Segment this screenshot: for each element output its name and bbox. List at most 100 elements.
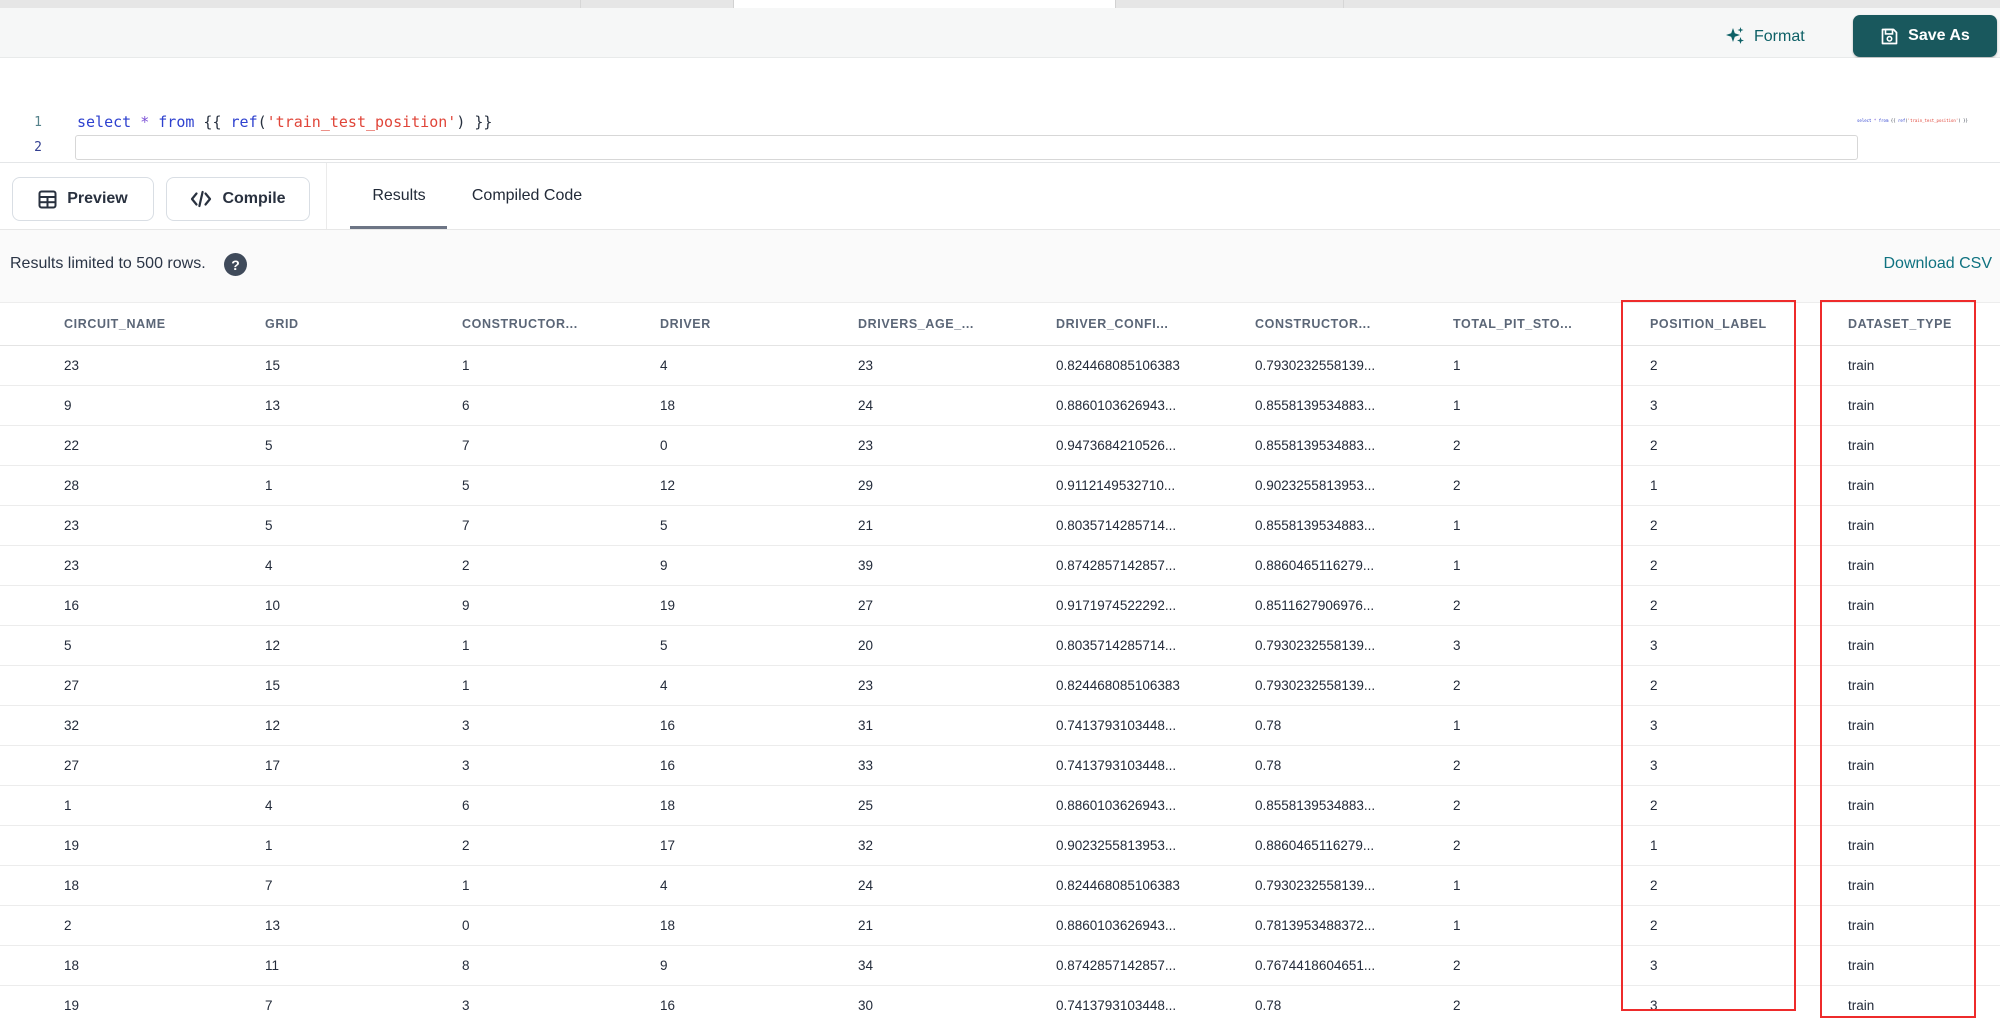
table-cell: 16 — [0, 585, 265, 626]
table-cell: 6 — [462, 385, 660, 426]
table-row: 1 4 6 18 25 0.8860103626943... 0.8558139534883… — [0, 785, 2000, 826]
table-row: 28 1 5 12 29 0.9112149532710... 0.902325581395… — [0, 465, 2000, 506]
column-header[interactable]: CONSTRUCTOR... — [1255, 303, 1453, 346]
table-cell: 33 — [858, 745, 1056, 786]
table-cell: 18 — [0, 945, 265, 986]
table-cell: 18 — [660, 385, 858, 426]
table-cell: train — [1848, 465, 2000, 506]
table-cell: 27 — [858, 585, 1056, 626]
column-header[interactable]: DRIVER — [660, 303, 858, 346]
table-cell: 0.9023255813953... — [1255, 465, 1453, 506]
table-cell: 0.8511627906976... — [1255, 585, 1453, 626]
line-number-1: 1 — [34, 115, 42, 130]
table-cell: 17 — [660, 825, 858, 866]
table-cell: 2 — [1453, 665, 1650, 706]
sql-editor[interactable]: 1 2 select * from {{ ref('train_test_pos… — [0, 58, 2000, 162]
table-cell: 23 — [0, 545, 265, 586]
table-cell: 2 — [1453, 745, 1650, 786]
table-row: 18 11 8 9 34 0.8742857142857... 0.767441860465… — [0, 945, 2000, 986]
table-row: 23 5 7 5 21 0.8035714285714... 0.8558139534883… — [0, 505, 2000, 546]
active-tab-underline — [350, 226, 447, 229]
table-cell: 5 — [462, 465, 660, 506]
table-cell: 27 — [0, 665, 265, 706]
column-header[interactable]: GRID — [265, 303, 462, 346]
table-cell: 1 — [1453, 505, 1650, 546]
column-header[interactable]: TOTAL_PIT_STO... — [1453, 303, 1650, 346]
table-cell: 1 — [0, 785, 265, 826]
save-icon — [1880, 27, 1899, 46]
table-cell: 27 — [0, 745, 265, 786]
table-row: 22 5 7 0 23 0.9473684210526... 0.8558139534883… — [0, 425, 2000, 466]
column-header[interactable]: CIRCUIT_NAME — [0, 303, 265, 346]
table-cell: 7 — [265, 985, 462, 1020]
code-brackets-icon — [190, 190, 212, 208]
table-cell: 6 — [462, 785, 660, 826]
table-cell: 9 — [660, 945, 858, 986]
download-csv-link[interactable]: Download CSV — [1884, 255, 1993, 273]
table-cell: 0.8742857142857... — [1056, 945, 1255, 986]
active-line-highlight — [75, 135, 1858, 160]
table-cell: train — [1848, 425, 2000, 466]
table-cell: 19 — [660, 585, 858, 626]
table-cell: 1 — [1453, 865, 1650, 906]
table-cell: 3 — [1453, 625, 1650, 666]
table-cell: 2 — [1453, 945, 1650, 986]
table-cell: 0.8860103626943... — [1056, 385, 1255, 426]
question-mark-icon[interactable]: ? — [224, 253, 247, 276]
table-cell: 0.7930232558139... — [1255, 345, 1453, 386]
table-cell: 4 — [265, 545, 462, 586]
column-header[interactable]: POSITION_LABEL — [1650, 303, 1848, 346]
table-cell: 3 — [462, 705, 660, 746]
table-cell: 0.7930232558139... — [1255, 625, 1453, 666]
compile-button[interactable]: Compile — [166, 177, 310, 221]
tab-results[interactable]: Results — [356, 163, 442, 229]
tab-compiled-code[interactable]: Compiled Code — [462, 163, 592, 229]
save-as-label: Save As — [1908, 27, 1970, 44]
table-cell: 1 — [462, 345, 660, 386]
column-header[interactable]: CONSTRUCTOR... — [462, 303, 660, 346]
table-row: 2 13 0 18 21 0.8860103626943... 0.781395348837… — [0, 905, 2000, 946]
table-cell: 12 — [265, 705, 462, 746]
table-cell: 0.8035714285714... — [1056, 505, 1255, 546]
table-cell: 30 — [858, 985, 1056, 1020]
table-cell: 3 — [1650, 385, 1848, 426]
preview-label: Preview — [67, 190, 128, 207]
column-header[interactable]: DRIVERS_AGE_... — [858, 303, 1056, 346]
table-cell: 0.7930232558139... — [1255, 665, 1453, 706]
table-cell: train — [1848, 905, 2000, 946]
table-cell: train — [1848, 745, 2000, 786]
table-cell: 0.7674418604651... — [1255, 945, 1453, 986]
table-cell: 0.824468085106383 — [1056, 345, 1255, 386]
table-cell: train — [1848, 625, 2000, 666]
table-cell: 3 — [1650, 705, 1848, 746]
results-table: CIRCUIT_NAME GRID CONSTRUCTOR... DRIVER DRIV… — [0, 303, 2000, 1020]
table-cell: train — [1848, 945, 2000, 986]
table-cell: 0.7413793103448... — [1056, 745, 1255, 786]
format-button[interactable]: Format — [1724, 22, 1805, 52]
table-cell: 1 — [1453, 705, 1650, 746]
table-cell: 21 — [858, 505, 1056, 546]
row-limit-message: Results limited to 500 rows. — [10, 255, 206, 272]
column-header[interactable]: DRIVER_CONFI... — [1056, 303, 1255, 346]
column-header[interactable]: DATASET_TYPE — [1848, 303, 2000, 346]
preview-button[interactable]: Preview — [12, 177, 154, 221]
table-cell: 12 — [265, 625, 462, 666]
table-cell: 9 — [0, 385, 265, 426]
table-cell: 1 — [1650, 825, 1848, 866]
code-line-text[interactable]: select * from {{ ref('train_test_positio… — [77, 113, 492, 131]
save-as-button[interactable]: Save As — [1853, 15, 1997, 57]
table-cell: 0 — [660, 425, 858, 466]
table-cell: 2 — [0, 905, 265, 946]
table-cell: 18 — [660, 785, 858, 826]
table-cell: 0.9473684210526... — [1056, 425, 1255, 466]
table-cell: 18 — [660, 905, 858, 946]
table-cell: 4 — [265, 785, 462, 826]
table-cell: 0.9023255813953... — [1056, 825, 1255, 866]
table-cell: 0.9112149532710... — [1056, 465, 1255, 506]
table-cell: 0.7413793103448... — [1056, 705, 1255, 746]
table-row: 23 15 1 4 23 0.824468085106383 0.7930232558139… — [0, 345, 2000, 386]
table-cell: 23 — [0, 345, 265, 386]
table-cell: 1 — [1453, 905, 1650, 946]
table-cell: 2 — [1650, 785, 1848, 826]
table-cell: 2 — [1650, 505, 1848, 546]
